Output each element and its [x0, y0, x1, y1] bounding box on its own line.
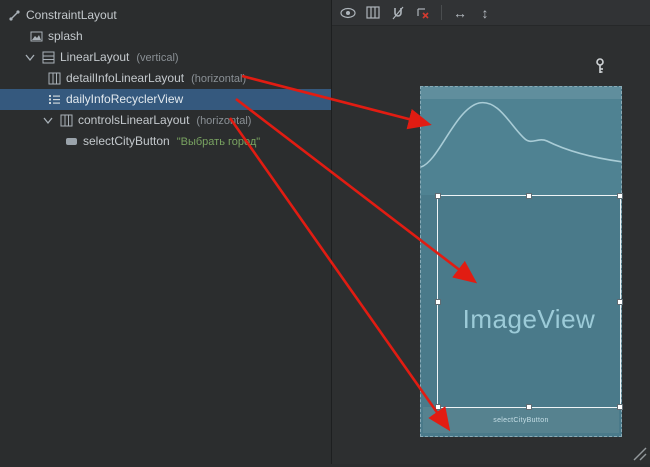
toolbar-separator	[441, 5, 442, 20]
tree-item-label: dailyInfoRecyclerView	[66, 89, 183, 110]
tree-item-label: selectCityButton	[83, 131, 170, 152]
detail-info-area[interactable]	[421, 87, 621, 195]
linearlayout-vertical-icon	[41, 51, 55, 65]
button-icon	[64, 135, 78, 149]
chevron-down-icon[interactable]	[42, 116, 54, 126]
vertical-expand-icon[interactable]: ↕	[475, 4, 495, 22]
tree-item-label: splash	[48, 26, 83, 47]
tree-item-dailyinforecyclerview[interactable]: dailyInfoRecyclerView	[0, 89, 331, 110]
tree-item-meta: (horizontal)	[191, 73, 246, 85]
controls-bar[interactable]: selectCityButton	[423, 407, 619, 433]
tree-item-linearlayout[interactable]: LinearLayout (vertical)	[0, 47, 331, 68]
tree-item-controlslinearlayout[interactable]: controlsLinearLayout (horizontal)	[0, 110, 331, 131]
tree-item-detailinfolinearlayout[interactable]: detailInfoLinearLayout (horizontal)	[0, 68, 331, 89]
view-mode-columns-icon[interactable]	[363, 4, 383, 22]
resize-grip-icon[interactable]	[630, 444, 648, 462]
tree-item-constraintlayout[interactable]: ConstraintLayout	[0, 5, 331, 26]
tree-item-label: detailInfoLinearLayout	[66, 68, 184, 89]
clear-constraints-icon[interactable]	[413, 4, 433, 22]
status-bar-strip	[421, 87, 621, 99]
imageview-icon	[29, 30, 43, 44]
key-icon[interactable]	[592, 57, 608, 75]
constraint-layout-icon	[7, 9, 21, 23]
linearlayout-horizontal-icon	[59, 114, 73, 128]
recyclerview-icon	[47, 93, 61, 107]
tree-item-meta: "Выбрать город"	[177, 136, 260, 148]
tree-item-label: LinearLayout	[60, 47, 129, 68]
imageview-label: ImageView	[463, 304, 596, 335]
linearlayout-horizontal-icon	[47, 72, 61, 86]
tree-item-selectcitybutton[interactable]: selectCityButton "Выбрать город"	[0, 131, 331, 152]
imageview-region[interactable]: ImageView	[437, 195, 621, 410]
design-toolbar: ↔ ↕	[332, 0, 650, 26]
horizontal-expand-icon[interactable]: ↔	[450, 4, 470, 22]
tree-item-label: controlsLinearLayout	[78, 110, 189, 131]
tree-item-label: ConstraintLayout	[26, 5, 117, 26]
tree-item-meta: (horizontal)	[196, 115, 251, 127]
layout-preview[interactable]: ImageView selectCityButton	[420, 86, 622, 437]
autoconnect-off-magnet-icon[interactable]	[388, 4, 408, 22]
weather-curve-graphic	[421, 87, 621, 195]
design-surface-panel: ↔ ↕ ImageView selectCityButton	[332, 0, 650, 464]
tree-item-splash[interactable]: splash	[0, 26, 331, 47]
select-city-button-preview[interactable]: selectCityButton	[493, 417, 548, 424]
tree-item-meta: (vertical)	[136, 52, 178, 64]
chevron-down-icon[interactable]	[24, 53, 36, 63]
visibility-eye-icon[interactable]	[338, 4, 358, 22]
component-tree-panel: ConstraintLayout splash LinearLayout (ve…	[0, 0, 332, 464]
